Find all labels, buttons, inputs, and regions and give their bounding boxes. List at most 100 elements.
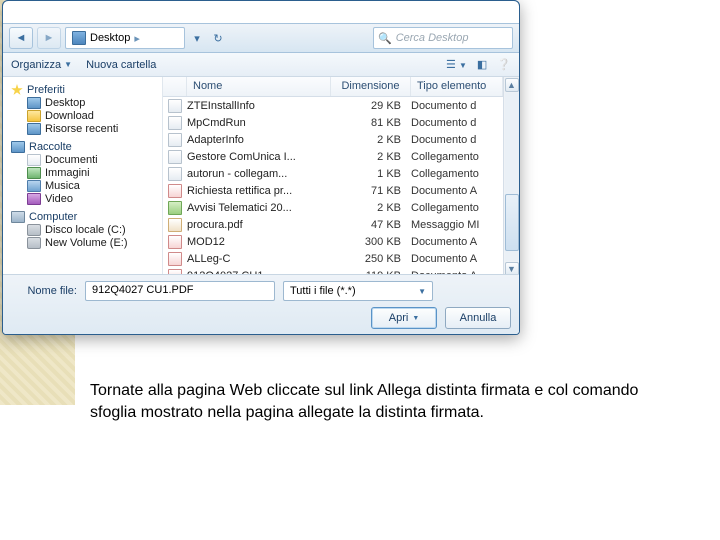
video-icon (27, 193, 41, 205)
file-icon (168, 252, 182, 266)
file-size: 250 KB (331, 253, 411, 265)
scroll-thumb[interactable] (505, 194, 519, 251)
music-icon (27, 180, 41, 192)
file-name: MOD12 (187, 236, 331, 248)
file-icon (168, 235, 182, 249)
file-row[interactable]: Avvisi Telematici 20...2 KBCollegamento (163, 199, 503, 216)
file-name: ZTEInstallInfo (187, 100, 331, 112)
file-type: Collegamento (411, 168, 503, 180)
search-input[interactable]: 🔍 Cerca Desktop (373, 27, 513, 49)
tree-item-images[interactable]: Immagini (27, 167, 160, 179)
file-size: 47 KB (331, 219, 411, 231)
arrow-right-icon: ► (44, 32, 55, 44)
file-icon (168, 99, 182, 113)
file-list: Nome Dimensione Tipo elemento ZTEInstall… (163, 77, 503, 277)
filetype-filter[interactable]: Tutti i file (*.*) ▼ (283, 281, 433, 301)
file-name: autorun - collegam... (187, 168, 331, 180)
file-row[interactable]: Richiesta rettifica pr...71 KBDocumento … (163, 182, 503, 199)
computer-icon (11, 211, 25, 223)
file-size: 2 KB (331, 134, 411, 146)
tree-item-disk-e[interactable]: New Volume (E:) (27, 237, 160, 249)
tree-item-desktop[interactable]: Desktop (27, 97, 160, 109)
file-name: Avvisi Telematici 20... (187, 202, 331, 214)
chevron-down-icon: ▼ (418, 287, 426, 296)
chevron-right-icon: ▸ (134, 32, 140, 45)
images-icon (27, 167, 41, 179)
organize-menu[interactable]: Organizza▼ (11, 59, 72, 71)
file-row[interactable]: ZTEInstallInfo29 KBDocumento d (163, 97, 503, 114)
file-row[interactable]: autorun - collegam...1 KBCollegamento (163, 165, 503, 182)
col-tipo[interactable]: Tipo elemento (411, 77, 503, 96)
scroll-track[interactable] (505, 93, 519, 261)
file-row[interactable]: MOD12300 KBDocumento A (163, 233, 503, 250)
breadcrumb-dropdown[interactable]: ▾ (189, 32, 205, 45)
open-button[interactable]: Apri▼ (371, 307, 437, 329)
col-name[interactable]: Nome (187, 77, 331, 96)
file-size: 2 KB (331, 202, 411, 214)
view-mode-button[interactable]: ☰ ▼ (446, 58, 467, 71)
new-folder-button[interactable]: Nuova cartella (86, 59, 156, 71)
file-type: Documento d (411, 100, 503, 112)
file-row[interactable]: Gestore ComUnica I...2 KBCollegamento (163, 148, 503, 165)
tree-item-documents[interactable]: Documenti (27, 154, 160, 166)
tree-item-recent[interactable]: Risorse recenti (27, 123, 160, 135)
breadcrumb[interactable]: Desktop ▸ (65, 27, 185, 49)
file-name: MpCmdRun (187, 117, 331, 129)
cancel-button[interactable]: Annulla (445, 307, 511, 329)
bottom-bar: Nome file: 912Q4027 CU1.PDF Tutti i file… (3, 274, 520, 334)
column-headers[interactable]: Nome Dimensione Tipo elemento (163, 77, 503, 97)
file-size: 1 KB (331, 168, 411, 180)
file-name: AdapterInfo (187, 134, 331, 146)
help-button[interactable]: ❔ (497, 58, 511, 71)
file-icon (168, 184, 182, 198)
arrow-left-icon: ◄ (16, 32, 27, 44)
forward-button[interactable]: ► (37, 27, 61, 49)
tree-item-video[interactable]: Video (27, 193, 160, 205)
scroll-up-button[interactable]: ▲ (505, 78, 519, 92)
refresh-button[interactable]: ↻ (209, 32, 227, 45)
back-button[interactable]: ◄ (9, 27, 33, 49)
filename-label: Nome file: (13, 285, 77, 297)
star-icon (11, 84, 23, 96)
content-panes: Preferiti Desktop Download Risorse recen… (3, 77, 519, 277)
search-icon: 🔍 (378, 32, 392, 45)
file-icon (168, 218, 182, 232)
file-icon (168, 150, 182, 164)
preview-pane-button[interactable]: ◧ (477, 58, 487, 71)
file-type: Documento d (411, 117, 503, 129)
file-row[interactable]: ALLeg-C250 KBDocumento A (163, 250, 503, 267)
file-row[interactable]: procura.pdf47 KBMessaggio MI (163, 216, 503, 233)
tree-libraries[interactable]: Raccolte (11, 141, 160, 153)
file-size: 81 KB (331, 117, 411, 129)
tree-computer[interactable]: Computer (11, 211, 160, 223)
folder-icon (27, 110, 41, 122)
file-row[interactable]: AdapterInfo2 KBDocumento d (163, 131, 503, 148)
file-type: Documento A (411, 236, 503, 248)
file-type: Documento A (411, 185, 503, 197)
file-type: Collegamento (411, 202, 503, 214)
nav-tree[interactable]: Preferiti Desktop Download Risorse recen… (3, 77, 163, 277)
toolbar: Organizza▼ Nuova cartella ☰ ▼ ◧ ❔ (3, 53, 519, 77)
disk-icon (27, 237, 41, 249)
file-size: 29 KB (331, 100, 411, 112)
documents-icon (27, 154, 41, 166)
file-row[interactable]: MpCmdRun81 KBDocumento d (163, 114, 503, 131)
file-type: Collegamento (411, 151, 503, 163)
file-size: 300 KB (331, 236, 411, 248)
disk-icon (27, 224, 41, 236)
breadcrumb-location: Desktop (90, 32, 130, 44)
filename-input[interactable]: 912Q4027 CU1.PDF (85, 281, 275, 301)
vertical-scrollbar[interactable]: ▲ ▼ (503, 77, 519, 277)
file-name: procura.pdf (187, 219, 331, 231)
tree-item-download[interactable]: Download (27, 110, 160, 122)
file-type: Documento d (411, 134, 503, 146)
tree-favorites[interactable]: Preferiti (11, 84, 160, 96)
tree-item-disk-c[interactable]: Disco locale (C:) (27, 224, 160, 236)
chevron-down-icon: ▼ (64, 60, 72, 69)
desktop-icon (27, 97, 41, 109)
file-icon (168, 116, 182, 130)
file-name: Richiesta rettifica pr... (187, 185, 331, 197)
tree-item-music[interactable]: Musica (27, 180, 160, 192)
instruction-caption: Tornate alla pagina Web cliccate sul lin… (90, 380, 650, 423)
col-dim[interactable]: Dimensione (331, 77, 411, 96)
